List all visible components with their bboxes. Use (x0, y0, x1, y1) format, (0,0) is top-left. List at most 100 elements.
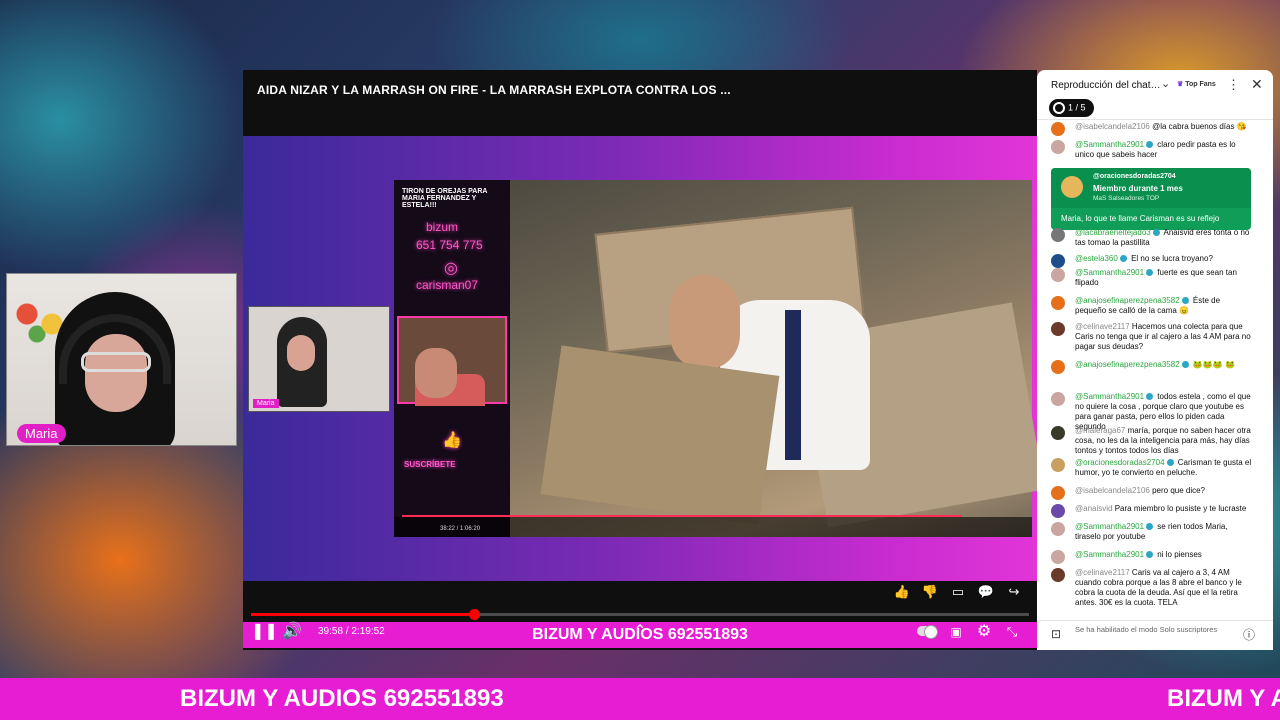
chat-icon[interactable]: 💬 (977, 583, 995, 601)
nested-webcam (397, 316, 507, 406)
like-icon[interactable]: 👍 (893, 583, 911, 601)
member-badge-icon (1146, 393, 1154, 401)
bizum-label: bizum (426, 220, 459, 234)
ticker-text: BIZUM Y AUDIOS 692551893 (180, 685, 504, 712)
settings-icon[interactable]: ⚙ (973, 622, 995, 644)
chat-author[interactable]: @Sammantha2901 (1075, 392, 1144, 401)
avatar (1051, 296, 1065, 310)
chat-author[interactable]: @isabelcandela2106 (1075, 122, 1150, 131)
chat-author[interactable]: @anajosefinaperezpena3582 (1075, 296, 1180, 305)
webcam-name-tag: Maria (17, 424, 66, 443)
progress-bar[interactable] (251, 609, 1029, 620)
avatar (1051, 486, 1065, 500)
goal-counter[interactable]: 1 / 5 (1049, 99, 1094, 117)
comment-icon[interactable]: ▭ (949, 583, 967, 601)
member-name: @oracionesdoradas2704 (1093, 173, 1176, 180)
exit-fullscreen-icon[interactable]: ⤡ (1001, 622, 1023, 644)
volume-icon[interactable]: 🔊 (281, 622, 303, 644)
chat-author[interactable]: @Sammantha2901 (1075, 522, 1144, 531)
member-title: Miembro durante 1 mes (1093, 184, 1183, 193)
inner-name-tag: Maria (253, 399, 279, 408)
nested-video: TIRON DE OREJAS PARA MARIA FERNANDEZ Y E… (394, 180, 1045, 537)
chat-text: El no se lucra troyano? (1131, 254, 1213, 263)
chat-text: @la cabra buenos días 😘 (1152, 122, 1247, 131)
info-icon[interactable]: ⓘ (1243, 626, 1255, 643)
glasses (81, 352, 151, 372)
goal-icon (1053, 102, 1065, 114)
chat-panel: Reproducción del chat d... ⌄ ♛ Top Fans … (1037, 70, 1273, 650)
video-player[interactable]: AIDA NIZAR Y LA MARRASH ON FIRE - LA MAR… (243, 70, 1045, 650)
inner-webcam: Maria (248, 306, 390, 412)
member-badge-icon (1181, 361, 1189, 369)
chat-author[interactable]: @celinave2117 (1075, 568, 1130, 577)
bizum-number: 651 754 775 (416, 238, 483, 252)
member-message: Maria, lo que te llame Carisman es su re… (1061, 214, 1220, 223)
avatar (1061, 176, 1083, 198)
member-badge-icon (1152, 229, 1160, 237)
dislike-icon[interactable]: 👎 (921, 583, 939, 601)
close-icon[interactable]: ✕ (1251, 76, 1263, 93)
chat-author[interactable]: @estela360 (1075, 254, 1118, 263)
video-content-image (510, 180, 1045, 537)
subscribe-label: SUSCRÍBETE (404, 460, 456, 469)
membership-card: @oracionesdoradas2704 Miembro durante 1 … (1051, 168, 1251, 230)
chevron-down-icon[interactable]: ⌄ (1161, 77, 1170, 90)
pause-icon[interactable]: ❚❚ (251, 622, 278, 644)
chat-author[interactable]: @Sammantha2901 (1075, 140, 1144, 149)
chat-author[interactable]: @maleraga67 (1075, 426, 1125, 435)
member-badge-icon (1146, 551, 1154, 559)
chevron-up-icon[interactable]: ⌃ (629, 622, 651, 644)
bizum-ticker: BIZUM Y AUDIOS 692551893 BIZUM Y A (0, 678, 1280, 720)
avatar (1051, 458, 1065, 472)
time-display: 39:58 / 2:19:52 (318, 626, 385, 637)
chat-author[interactable]: @isabelcandela2106 (1075, 486, 1150, 495)
member-badge-icon (1166, 459, 1174, 467)
top-fans-label[interactable]: ♛ Top Fans (1177, 80, 1216, 88)
member-badge-icon (1119, 255, 1127, 263)
chat-header: Reproducción del chat d... ⌄ ♛ Top Fans … (1037, 70, 1273, 120)
instagram-icon: ◎ (444, 260, 458, 277)
chat-author[interactable]: @anajosefinaperezpena3582 (1075, 360, 1180, 369)
chat-author[interactable]: @celinave2117 (1075, 322, 1130, 331)
member-badge-icon (1181, 297, 1189, 305)
progress-fill (251, 613, 475, 616)
avatar (1051, 254, 1065, 268)
instagram-handle: carisman07 (416, 278, 479, 292)
chat-text: 🐸🐸🐸 🐸 (1192, 360, 1235, 369)
avatar (1051, 426, 1065, 440)
nested-top-text: TIRON DE OREJAS PARA MARIA FERNANDEZ Y E… (402, 188, 488, 209)
avatar (1051, 504, 1065, 518)
avatar (1051, 360, 1065, 374)
chat-author[interactable]: @Sammantha2901 (1075, 268, 1144, 277)
chat-mode-icon[interactable]: ⊡ (1051, 627, 1061, 641)
chat-text: pero que dice? (1152, 486, 1206, 495)
avatar (1051, 140, 1065, 154)
chat-text: ni lo pienses (1157, 550, 1202, 559)
chat-messages: @oracionesdoradas2704 Miembro durante 1 … (1037, 122, 1273, 620)
chat-author[interactable]: @oracionesdoradas2704 (1075, 458, 1165, 467)
action-icons: 👍 👎 ▭ 💬 ↪ (893, 583, 1023, 601)
avatar (1051, 228, 1065, 242)
member-badge-icon (1146, 141, 1154, 149)
autoplay-toggle[interactable] (917, 625, 938, 639)
chat-text: Para miembro lo pusiste y te lucraste (1114, 504, 1247, 513)
subtitles-icon[interactable]: ▣ (945, 622, 967, 644)
video-frame[interactable]: Maria TIRON DE OREJAS PARA MARIA FERNAND… (243, 136, 1045, 648)
chat-title[interactable]: Reproducción del chat d... (1051, 80, 1161, 91)
avatar (1051, 522, 1065, 536)
progress-scrubber[interactable] (469, 609, 481, 620)
avatar (1051, 550, 1065, 564)
thumbs-up-icon: 👍 (442, 432, 462, 449)
nested-sidebar: TIRON DE OREJAS PARA MARIA FERNANDEZ Y E… (394, 180, 510, 537)
video-title: AIDA NIZAR Y LA MARRASH ON FIRE - LA MAR… (257, 83, 731, 97)
avatar (1051, 392, 1065, 406)
ticker-text-cut: BIZUM Y A (1167, 685, 1280, 712)
avatar (1051, 122, 1065, 136)
webcam-overlay: Maria (6, 273, 237, 446)
chat-author[interactable]: @Sammantha2901 (1075, 550, 1144, 559)
member-badge-icon (1146, 523, 1154, 531)
more-options-icon[interactable]: ⋮ (1227, 77, 1240, 93)
chat-author[interactable]: @anaisvid (1075, 504, 1112, 513)
chat-author[interactable]: @lacabraeneltejado3 (1075, 228, 1151, 237)
share-icon[interactable]: ↪ (1005, 583, 1023, 601)
